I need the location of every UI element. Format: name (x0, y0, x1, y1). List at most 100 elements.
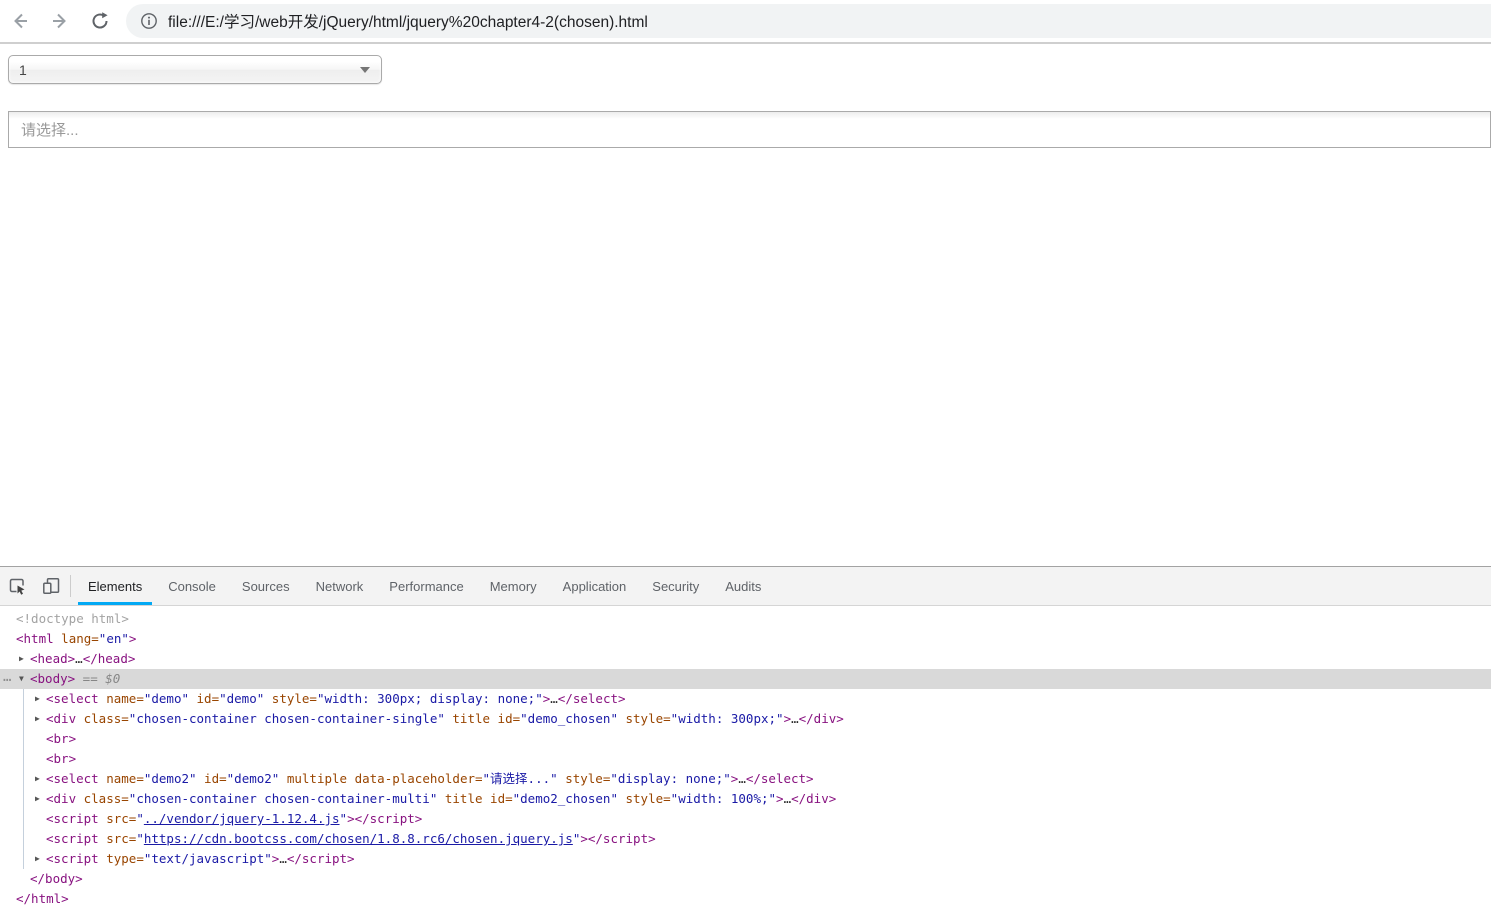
tree-node[interactable]: </html> (0, 889, 1491, 906)
chosen-single-select[interactable]: 1 (8, 55, 382, 84)
code-segment: <br> (46, 731, 77, 746)
code-segment: "width: 300px; display: none;" (316, 691, 543, 706)
tree-node[interactable]: ▶ <select name="demo2" id="demo2" multipl… (0, 769, 1491, 789)
code-segment: <br> (46, 751, 77, 766)
code-segment: style= (617, 791, 671, 806)
code-segment: > (783, 711, 792, 726)
tree-node[interactable]: </body> (0, 869, 1491, 889)
tree-node[interactable]: ▶ <head>…</head> (0, 649, 1491, 669)
tab-performance[interactable]: Performance (379, 567, 473, 605)
code-segment: class= (76, 791, 129, 806)
devtools-tabbar: Elements Console Sources Network Performance… (75, 567, 774, 605)
inspect-element-button[interactable] (0, 567, 34, 605)
code-segment: "text/javascript" (143, 851, 272, 866)
code-segment: " (339, 811, 348, 826)
code-segment: id= (196, 771, 227, 786)
code-segment: … (738, 771, 746, 786)
reload-icon (92, 12, 108, 29)
code-segment: src= (98, 831, 137, 846)
code-segment: title (444, 711, 491, 726)
code-segment: > (128, 631, 137, 646)
tree-node[interactable]: ▶ <div class="chosen-container chosen-con… (0, 709, 1491, 729)
code-segment: "demo2" (226, 771, 280, 786)
multi-select-placeholder: 请选择... (21, 122, 79, 139)
disclosure-collapsed-icon[interactable]: ▶ (35, 849, 40, 869)
tree-node[interactable]: … ▼ <body> == $0 (0, 669, 1491, 689)
code-segment: </head> (82, 651, 136, 666)
devtools-panel: Elements Console Sources Network Performance… (0, 566, 1491, 907)
tab-sources[interactable]: Sources (232, 567, 300, 605)
code-segment: … (75, 651, 83, 666)
code-segment: "demo" (143, 691, 189, 706)
tree-node[interactable]: ▶ <div class="chosen-container chosen-con… (0, 789, 1491, 809)
code-segment: style= (557, 771, 611, 786)
code-segment: <head> (30, 651, 76, 666)
tab-memory[interactable]: Memory (480, 567, 547, 605)
info-icon[interactable] (140, 12, 158, 30)
code-segment: <script (46, 851, 99, 866)
code-segment: </script> (286, 851, 355, 866)
code-segment: " (136, 811, 144, 826)
tree-node[interactable]: <!doctype html> (0, 609, 1491, 629)
code-segment: "demo_chosen" (520, 711, 618, 726)
code-segment: … (279, 851, 287, 866)
code-segment: "demo" (219, 691, 265, 706)
code-segment: <html (16, 631, 54, 646)
source-link[interactable]: https://cdn.bootcss.com/chosen/1.8.8.rc6… (144, 831, 573, 846)
code-segment: src= (98, 811, 137, 826)
disclosure-collapsed-icon[interactable]: ▶ (35, 789, 40, 809)
disclosure-expanded-icon[interactable]: ▼ (19, 669, 24, 689)
inspect-icon (9, 578, 25, 595)
page-viewport: 1 请选择... (0, 44, 1491, 566)
tab-audits[interactable]: Audits (715, 567, 771, 605)
tree-node[interactable]: <br> (0, 729, 1491, 749)
code-segment: <body> (30, 671, 76, 686)
code-segment: … (550, 691, 558, 706)
code-segment: </div> (791, 791, 837, 806)
tree-node[interactable]: ▶ <select name="demo" id="demo" style="wi… (0, 689, 1491, 709)
tab-elements[interactable]: Elements (78, 567, 153, 605)
code-segment: "chosen-container chosen-container-singl… (128, 711, 445, 726)
disclosure-collapsed-icon[interactable]: ▶ (19, 649, 24, 669)
disclosure-collapsed-icon[interactable]: ▶ (35, 689, 40, 709)
tree-node[interactable]: <script src="../vendor/jquery-1.12.4.js"… (0, 809, 1491, 829)
reload-button[interactable] (80, 1, 120, 41)
code-segment: <select (46, 691, 99, 706)
code-segment: "chosen-container chosen-container-multi… (128, 791, 438, 806)
devtools-toolbar: Elements Console Sources Network Performance… (0, 567, 1491, 606)
code-segment: </select> (557, 691, 626, 706)
disclosure-collapsed-icon[interactable]: ▶ (35, 769, 40, 789)
chevron-down-icon (360, 67, 370, 73)
more-actions-icon[interactable]: … (3, 667, 11, 687)
tab-security[interactable]: Security (642, 567, 709, 605)
address-bar[interactable]: file:///E:/学习/web开发/jQuery/html/jquery%2… (126, 4, 1491, 38)
source-link[interactable]: ../vendor/jquery-1.12.4.js (144, 811, 340, 826)
code-segment: <div (46, 791, 77, 806)
url-text[interactable]: file:///E:/学习/web开发/jQuery/html/jquery%2… (168, 10, 648, 32)
code-segment: == $0 (75, 671, 121, 686)
code-segment: "请选择..." (482, 771, 558, 786)
code-segment: "demo2_chosen" (512, 791, 618, 806)
chosen-multi-select[interactable]: 请选择... (8, 111, 1491, 148)
browser-toolbar: file:///E:/学习/web开发/jQuery/html/jquery%2… (0, 0, 1491, 44)
code-segment: </div> (798, 711, 844, 726)
code-segment: <!doctype html> (16, 611, 129, 626)
code-segment: "width: 100%;" (670, 791, 777, 806)
tab-network[interactable]: Network (306, 567, 374, 605)
tab-application[interactable]: Application (553, 567, 637, 605)
back-button[interactable] (0, 1, 40, 41)
toolbar-divider (70, 575, 71, 597)
forward-button[interactable] (40, 1, 80, 41)
code-segment: id= (189, 691, 220, 706)
code-segment: name= (98, 771, 144, 786)
forward-icon (53, 13, 66, 29)
code-segment: id= (482, 791, 513, 806)
tab-console[interactable]: Console (158, 567, 226, 605)
disclosure-collapsed-icon[interactable]: ▶ (35, 709, 40, 729)
code-segment: </body> (30, 871, 83, 886)
tree-node[interactable]: <br> (0, 749, 1491, 769)
tree-node[interactable]: <html lang="en"> (0, 629, 1491, 649)
tree-node[interactable]: <script src="https://cdn.bootcss.com/cho… (0, 829, 1491, 849)
tree-node[interactable]: ▶ <script type="text/javascript">…</scrip… (0, 849, 1491, 869)
toggle-device-toolbar-button[interactable] (34, 567, 68, 605)
